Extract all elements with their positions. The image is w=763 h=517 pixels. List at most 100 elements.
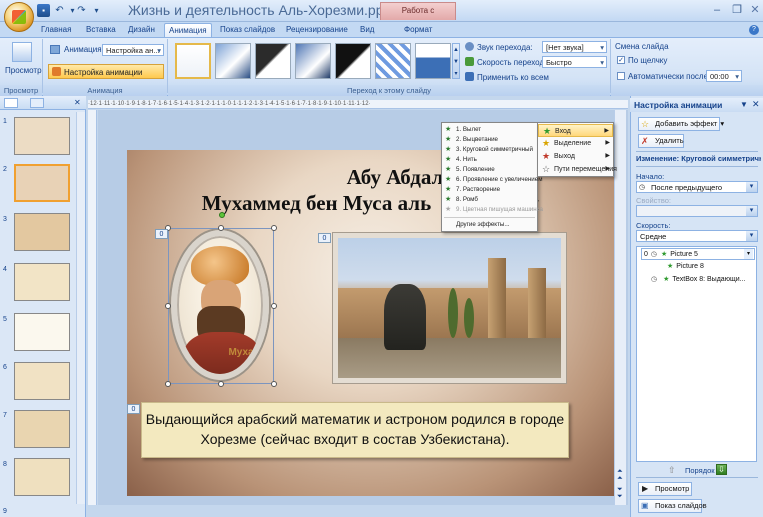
slides-panel bbox=[0, 96, 86, 517]
start-combo[interactable]: После предыдущего ▾ bbox=[636, 181, 758, 193]
submenu-label: Выделение bbox=[554, 140, 592, 147]
transition-wipe-thumb[interactable] bbox=[415, 43, 451, 79]
auto-after-label: Автоматически после: bbox=[628, 72, 711, 81]
outline-tab-icon[interactable] bbox=[30, 98, 44, 108]
animation-order-badge[interactable]: 0 bbox=[155, 229, 168, 239]
resize-handle[interactable] bbox=[165, 303, 171, 309]
taskpane-options-icon[interactable]: ▼ bbox=[740, 100, 748, 109]
animation-order-badge[interactable]: 0 bbox=[127, 404, 140, 414]
slide-thumb-8[interactable] bbox=[14, 458, 70, 496]
menu-item-entrance-2[interactable]: ★ 2. Выцветание bbox=[442, 135, 537, 145]
transition-speed-combo[interactable]: Быстро bbox=[542, 56, 607, 68]
menu-item-entrance-4[interactable]: ★ 4. Нить bbox=[442, 155, 537, 165]
transition-cut-black-thumb[interactable] bbox=[335, 43, 371, 79]
animation-order-badge[interactable]: 0 bbox=[318, 233, 331, 243]
add-effect-button[interactable]: Добавить эффект ▾ bbox=[638, 117, 724, 131]
transition-fade-smooth-thumb[interactable] bbox=[215, 43, 251, 79]
speed-combo[interactable]: Среднe ▾ bbox=[636, 230, 758, 242]
tab-view[interactable]: Вид bbox=[356, 23, 378, 37]
menu-item-entrance-5[interactable]: ★ 5. Появление bbox=[442, 165, 537, 175]
move-up-icon[interactable]: ⇧ bbox=[668, 465, 678, 475]
tab-home[interactable]: Главная bbox=[37, 23, 75, 37]
remove-icon: ✗ bbox=[641, 136, 649, 146]
statue-photo[interactable] bbox=[333, 233, 566, 383]
entrance-effects-menu: ★ 1. Вылет ★ 2. Выцветание ★ 3. Круговой си… bbox=[441, 122, 543, 232]
caption-textbox[interactable]: Выдающийся арабский математик и астроном… bbox=[141, 402, 569, 458]
previous-slide-icon[interactable]: ⏶ ⏶ bbox=[617, 468, 623, 482]
restore-icon[interactable]: ❐ bbox=[727, 3, 747, 18]
preview-icon[interactable] bbox=[12, 42, 32, 62]
transition-dissolve-thumb[interactable] bbox=[375, 43, 411, 79]
redo-icon[interactable]: ↷ bbox=[75, 4, 88, 17]
menu-item-entrance-7[interactable]: ★ 7. Растворение bbox=[442, 185, 537, 195]
tab-animation[interactable]: Анимация bbox=[164, 23, 212, 37]
slide-thumb-2[interactable] bbox=[14, 164, 70, 202]
chevron-down-icon[interactable]: ▾ bbox=[744, 249, 753, 259]
slide-thumb-1[interactable] bbox=[14, 117, 70, 155]
auto-after-checkbox[interactable] bbox=[617, 72, 625, 80]
apply-all-icon bbox=[465, 72, 474, 81]
gallery-scroll-icon[interactable]: ▲ ▼ ▾ bbox=[452, 43, 460, 79]
resize-handle[interactable] bbox=[271, 225, 277, 231]
transition-fade-black-thumb[interactable] bbox=[255, 43, 291, 79]
taskpane-close-icon[interactable]: ✕ bbox=[752, 99, 760, 110]
office-button[interactable] bbox=[4, 2, 34, 32]
tab-design[interactable]: Дизайн bbox=[124, 23, 159, 37]
preview-button-label[interactable]: Просмотр bbox=[5, 66, 42, 75]
menu-item-more-effects[interactable]: Другие эффекты... bbox=[442, 220, 537, 230]
office-logo-icon bbox=[12, 10, 26, 24]
help-icon[interactable]: ? bbox=[749, 25, 759, 35]
chevron-down-icon: ▾ bbox=[746, 206, 757, 216]
animation-icon bbox=[50, 45, 60, 54]
slide-thumb-7[interactable] bbox=[14, 410, 70, 448]
on-click-checkbox[interactable]: ✓ bbox=[617, 56, 625, 64]
animation-combo[interactable]: Настройка ан... bbox=[102, 44, 164, 56]
minimize-icon[interactable]: – bbox=[707, 3, 727, 18]
anim-item-picture5[interactable]: 0 ◷ ★ Picture 5 ▾ bbox=[641, 248, 755, 260]
tab-slideshow[interactable]: Показ слайдов bbox=[216, 23, 279, 37]
transition-none-thumb[interactable] bbox=[175, 43, 211, 79]
tab-review[interactable]: Рецензирование bbox=[282, 23, 352, 37]
slide-number: 3 bbox=[3, 216, 7, 223]
slide-thumb-6[interactable] bbox=[14, 362, 70, 400]
submenu-exit[interactable]: ★ Выход ▶ bbox=[538, 150, 613, 163]
resize-handle[interactable] bbox=[165, 381, 171, 387]
submenu-entrance[interactable]: ★ Вход ▶ bbox=[538, 124, 613, 137]
close-icon[interactable]: ✕ bbox=[745, 3, 763, 18]
auto-after-input[interactable]: 00:00 bbox=[706, 70, 742, 82]
resize-handle[interactable] bbox=[271, 303, 277, 309]
slide-thumb-5[interactable] bbox=[14, 313, 70, 351]
menu-item-label: 2. Выцветание bbox=[456, 136, 498, 143]
menu-item-label: 7. Растворение bbox=[456, 186, 501, 193]
undo-icon[interactable]: ↶ bbox=[53, 4, 66, 17]
slides-tab-icon[interactable] bbox=[4, 98, 18, 108]
slide-thumb-4[interactable] bbox=[14, 263, 70, 301]
menu-item-entrance-6[interactable]: ★ 6. Проявление с увеличением bbox=[442, 175, 542, 185]
anim-item-textbox8[interactable]: ◷ ★ TextBox 8: Выдающи... bbox=[651, 274, 745, 286]
slide-thumb-3[interactable] bbox=[14, 213, 70, 251]
move-down-icon[interactable]: ⇩ bbox=[716, 464, 727, 475]
sound-combo[interactable]: [Нет звука] bbox=[542, 41, 607, 53]
slides-scrollbar[interactable] bbox=[76, 112, 85, 504]
quick-access-dropdown-icon[interactable]: ▾ bbox=[90, 4, 103, 17]
resize-handle[interactable] bbox=[218, 225, 224, 231]
rotate-handle[interactable] bbox=[219, 212, 225, 218]
menu-item-entrance-8[interactable]: ★ 8. Ромб bbox=[442, 195, 537, 205]
panel-close-icon[interactable]: ✕ bbox=[74, 98, 81, 107]
star-icon: ★ bbox=[445, 186, 452, 193]
tab-insert[interactable]: Вставка bbox=[82, 23, 120, 37]
on-click-label: По щелчку bbox=[628, 56, 668, 65]
resize-handle[interactable] bbox=[218, 381, 224, 387]
transition-cut-thumb[interactable] bbox=[295, 43, 331, 79]
anim-item-picture8[interactable]: ★ Picture 8 bbox=[667, 261, 704, 273]
menu-item-entrance-1[interactable]: ★ 1. Вылет bbox=[442, 125, 537, 135]
submenu-emphasis[interactable]: ★ Выделение ▶ bbox=[538, 137, 613, 150]
apply-all-button[interactable]: Применить ко всем bbox=[477, 73, 549, 82]
transition-speed-label: Скорость перехода: bbox=[477, 58, 551, 67]
next-slide-icon[interactable]: ⏷ ⏷ bbox=[617, 486, 623, 500]
menu-item-entrance-3[interactable]: ★ 3. Круговой симметричный bbox=[442, 145, 537, 155]
save-icon[interactable]: ▪ bbox=[37, 4, 50, 17]
tab-format[interactable]: Формат bbox=[400, 23, 436, 37]
submenu-motion-paths[interactable]: ☆ Пути перемещения ▶ bbox=[538, 163, 617, 176]
resize-handle[interactable] bbox=[271, 381, 277, 387]
